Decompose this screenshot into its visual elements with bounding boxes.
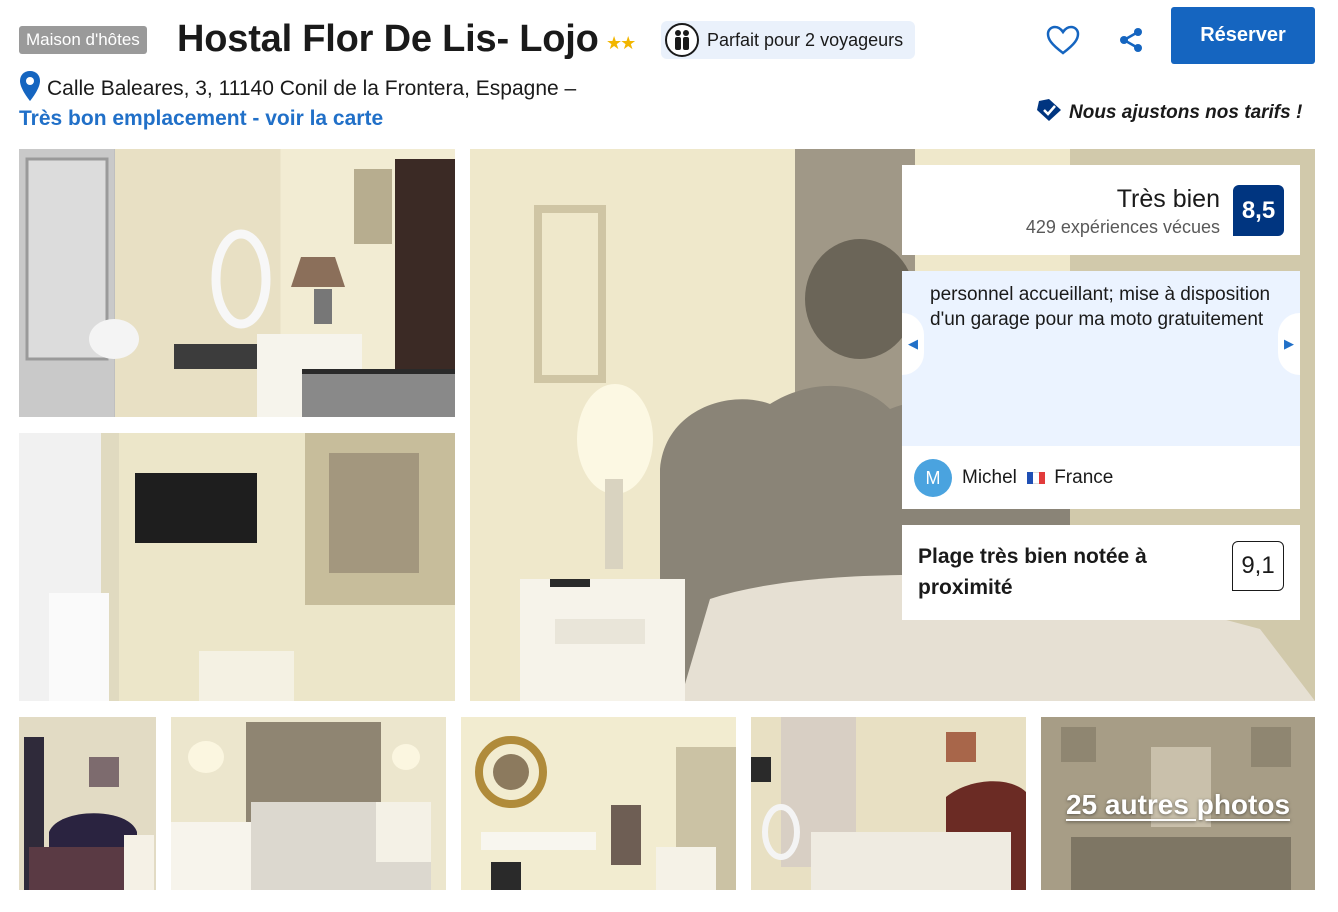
travellers-label: Parfait pour 2 voyageurs [707, 29, 904, 50]
review-count: 429 expériences vécues [1025, 217, 1220, 237]
beach-card: Plage très bien notée à proximité 9,1 [902, 525, 1300, 620]
address-text: Calle Baleares, 3, 11140 Conil de la Fro… [47, 77, 577, 100]
reviewer-country-label: France [1054, 467, 1114, 488]
property-title: Hostal Flor De Lis- Lojo [177, 18, 599, 60]
gallery-thumb-1[interactable] [19, 717, 156, 890]
beach-score-badge: 9,1 [1232, 541, 1284, 591]
price-tag-check-icon [1036, 98, 1062, 128]
france-flag-icon [1026, 471, 1045, 484]
star-rating: ★★ [606, 33, 636, 53]
gallery-thumb-2[interactable] [171, 717, 446, 890]
gallery-photo-bathroom-bedroom[interactable] [19, 149, 455, 417]
travellers-badge: Parfait pour 2 voyageurs [661, 21, 916, 59]
gallery-thumb-4[interactable] [751, 717, 1026, 890]
location-map-link[interactable]: Très bon emplacement - voir la carte [19, 107, 383, 131]
share-icon[interactable] [1111, 20, 1151, 60]
more-photos-link[interactable]: 25 autres photos [1041, 789, 1315, 821]
avatar: M [914, 459, 952, 497]
price-note: Nous ajustons nos tarifs ! [1036, 98, 1302, 128]
guest-review-card: personnel accueillant; mise à dispositio… [902, 271, 1300, 509]
two-people-icon [665, 23, 699, 57]
gallery-photo-tv-room[interactable] [19, 433, 455, 701]
gallery-thumb-more[interactable]: 25 autres photos [1041, 717, 1315, 890]
favorite-heart-icon[interactable] [1043, 20, 1083, 60]
map-pin-icon [19, 70, 41, 108]
price-note-text: Nous ajustons nos tarifs ! [1069, 102, 1303, 123]
property-type-badge: Maison d'hôtes [19, 26, 147, 54]
reserve-button[interactable]: Réserver [1171, 7, 1315, 64]
review-next-arrow-icon[interactable]: ▶ [1278, 313, 1300, 375]
review-quote: personnel accueillant; mise à dispositio… [902, 271, 1300, 446]
score-word: Très bien [1116, 185, 1220, 213]
beach-text: Plage très bien notée à proximité [918, 545, 1147, 599]
reviewer-country: France [1026, 467, 1114, 489]
review-score-card[interactable]: Très bien 429 expériences vécues 8,5 [902, 165, 1300, 255]
reviewer-name: Michel [962, 467, 1017, 488]
address-row: Calle Baleares, 3, 11140 Conil de la Fro… [19, 70, 576, 108]
review-score-badge: 8,5 [1233, 185, 1284, 236]
gallery-thumb-3[interactable] [461, 717, 736, 890]
reviewer-info: M Michel France [914, 459, 1113, 497]
